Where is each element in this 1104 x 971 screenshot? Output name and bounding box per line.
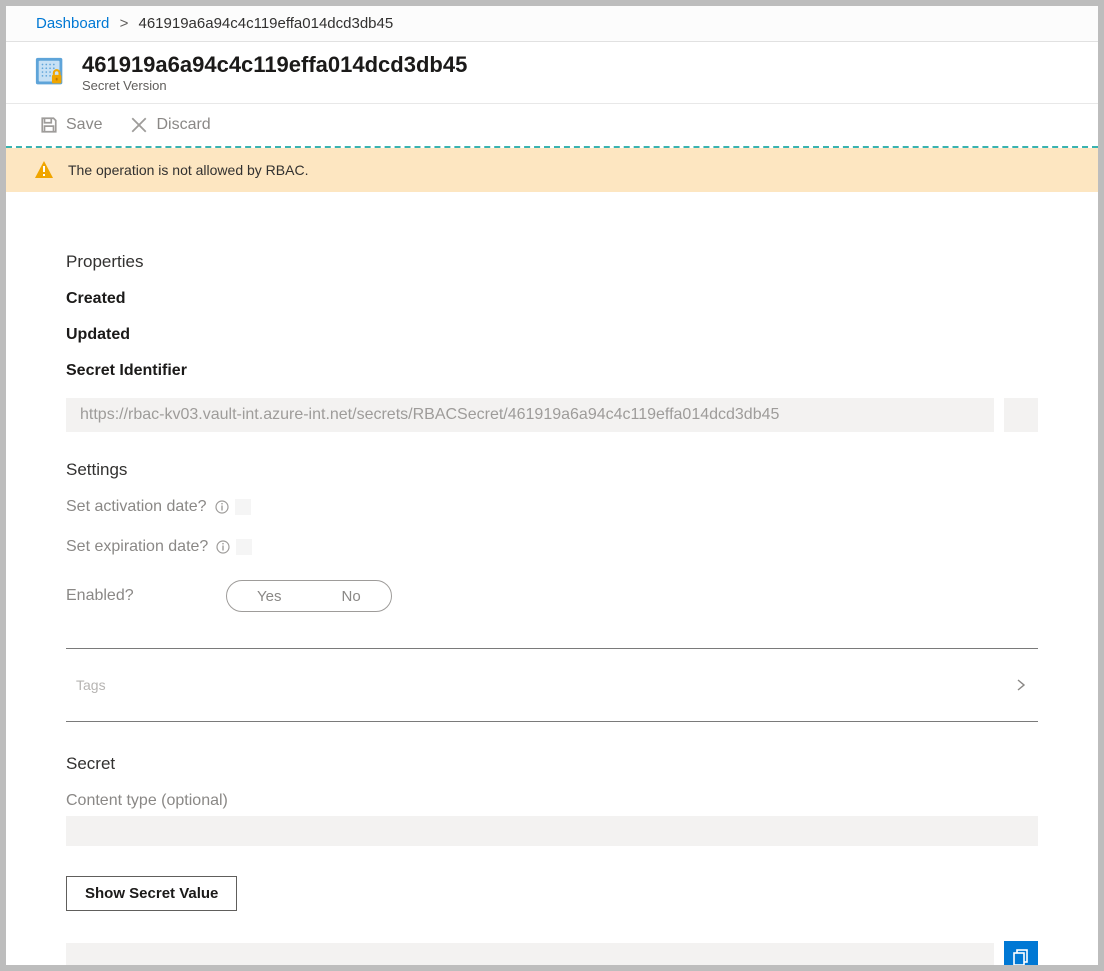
discard-icon [130,116,148,134]
show-secret-button[interactable]: Show Secret Value [66,876,237,911]
save-label: Save [66,116,102,134]
secret-identifier-input[interactable] [66,398,994,432]
save-button[interactable]: Save [34,112,108,138]
warning-icon [34,160,54,180]
secret-identifier-label: Secret Identifier [66,362,1038,380]
save-icon [40,116,58,134]
breadcrumb: Dashboard > 461919a6a94c4c119effa014dcd3… [6,6,1098,42]
tags-label: Tags [76,677,106,693]
secret-heading: Secret [66,754,1038,774]
toolbar: Save Discard [6,104,1098,148]
window: Dashboard > 461919a6a94c4c119effa014dcd3… [6,6,1098,965]
enabled-toggle[interactable]: Yes No [226,580,392,612]
discard-button[interactable]: Discard [124,112,216,138]
breadcrumb-separator: > [120,15,129,32]
chevron-right-icon [1014,678,1028,692]
tags-row[interactable]: Tags [66,648,1038,722]
content-type-label: Content type (optional) [66,792,1038,810]
breadcrumb-current: 461919a6a94c4c119effa014dcd3db45 [139,15,394,32]
warning-text: The operation is not allowed by RBAC. [68,162,308,178]
copy-icon [1012,948,1030,965]
discard-label: Discard [156,116,210,134]
content-area: Properties Created Updated Secret Identi… [6,192,1098,965]
properties-heading: Properties [66,252,1038,272]
copy-identifier-placeholder[interactable] [1004,398,1038,432]
page-subtitle: Secret Version [82,78,467,93]
info-icon[interactable] [216,540,230,554]
updated-label: Updated [66,326,1038,344]
activation-date-checkbox[interactable] [235,499,251,515]
content-type-input[interactable] [66,816,1038,846]
settings-heading: Settings [66,460,1038,480]
expiration-date-label: Set expiration date? [66,538,230,556]
created-label: Created [66,290,1038,308]
page-title: 461919a6a94c4c119effa014dcd3db45 [82,52,467,78]
secret-value-input[interactable] [66,943,994,965]
enabled-yes[interactable]: Yes [227,581,311,611]
enabled-no[interactable]: No [311,581,390,611]
enabled-label: Enabled? [66,587,226,605]
activation-date-label: Set activation date? [66,498,229,516]
info-icon[interactable] [215,500,229,514]
secret-lock-icon [34,56,68,90]
warning-bar: The operation is not allowed by RBAC. [6,148,1098,192]
copy-secret-button[interactable] [1004,941,1038,965]
title-row: 461919a6a94c4c119effa014dcd3db45 Secret … [6,42,1098,104]
breadcrumb-dashboard-link[interactable]: Dashboard [36,15,109,32]
expiration-date-checkbox[interactable] [236,539,252,555]
